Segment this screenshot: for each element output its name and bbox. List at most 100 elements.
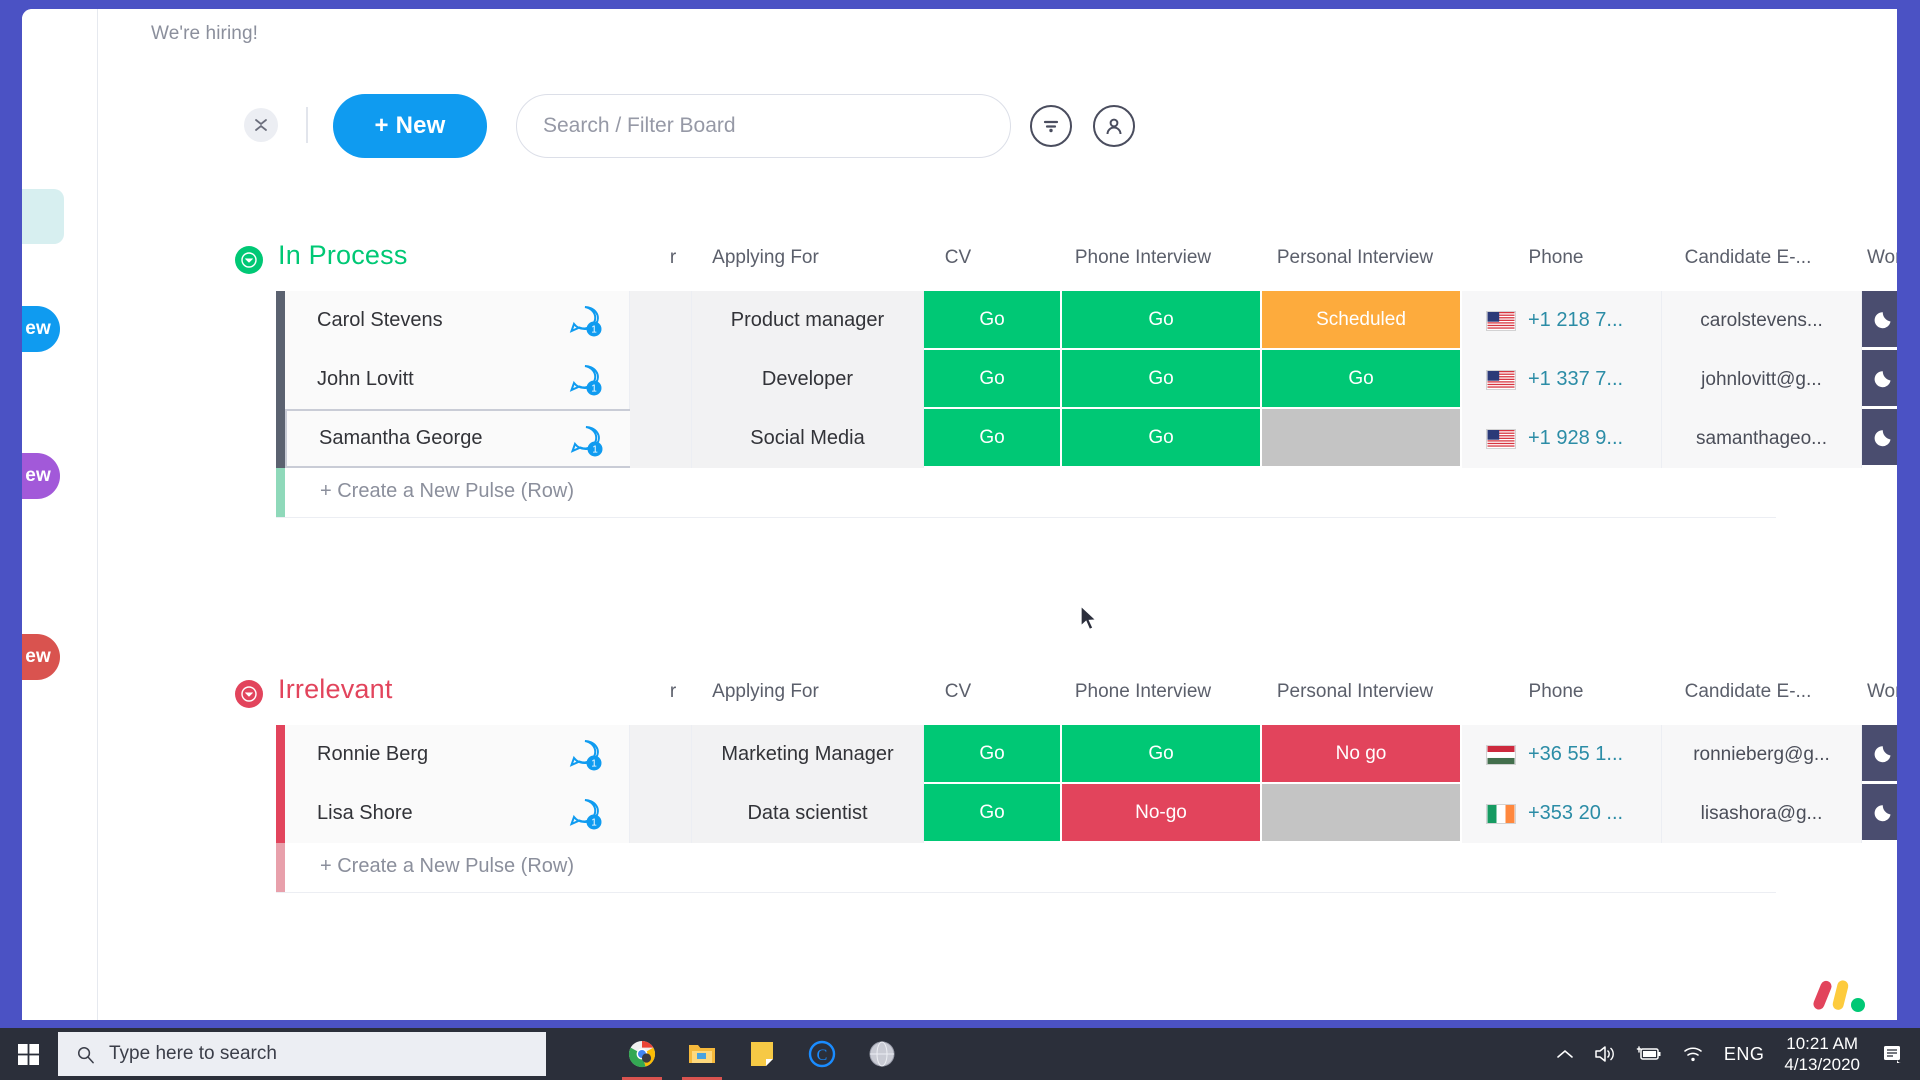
cell-phone[interactable]: +1 928 9... — [1462, 409, 1662, 468]
cell-name[interactable]: John Lovitt 1 — [285, 350, 630, 409]
column-header-4[interactable]: Personal Interview — [1255, 681, 1455, 703]
cell-world-clock[interactable]: 07:18 AM — [1862, 350, 1897, 409]
table-row[interactable]: Ronnie Berg 1 Marketing Manager Go Go No go … — [98, 725, 1897, 784]
cell-cv[interactable]: Go — [924, 725, 1062, 784]
cell-spacer[interactable] — [630, 784, 692, 843]
cell-cv[interactable]: Go — [924, 784, 1062, 843]
add-row-in-process[interactable]: + Create a New Pulse (Row) — [98, 468, 1897, 518]
cell-phone-interview[interactable]: Go — [1062, 350, 1262, 409]
cell-personal-interview[interactable]: Scheduled — [1262, 291, 1462, 350]
tray-wifi-button[interactable] — [1682, 1045, 1704, 1063]
group-collapse-icon-irrelevant[interactable] — [235, 680, 263, 708]
collapse-toggle-button[interactable] — [244, 108, 278, 142]
cell-personal-interview[interactable] — [1262, 409, 1462, 468]
cell-email[interactable]: samanthageo... — [1662, 409, 1862, 468]
sidebar-item-board-red[interactable]: ew — [22, 634, 60, 680]
start-button[interactable] — [0, 1028, 58, 1080]
table-row[interactable]: Lisa Shore 1 Data scientist Go No-go +353 2… — [98, 784, 1897, 843]
cell-personal-interview[interactable]: Go — [1262, 350, 1462, 409]
cell-cv[interactable]: Go — [924, 291, 1062, 350]
conversation-icon[interactable]: 1 — [569, 798, 603, 830]
group-collapse-icon-in-process[interactable] — [235, 246, 263, 274]
sidebar-item-board-blue[interactable]: ew — [22, 306, 60, 352]
cell-email[interactable]: ronnieberg@g... — [1662, 725, 1862, 784]
filter-button[interactable] — [1030, 105, 1072, 147]
cell-world-clock[interactable]: 03:18 AM — [1862, 409, 1897, 468]
tray-notifications-button[interactable] — [1880, 1042, 1906, 1066]
column-header-7[interactable]: World Clock — [1818, 681, 1897, 703]
cell-cv[interactable]: Go — [924, 350, 1062, 409]
cell-phone-interview[interactable]: Go — [1062, 409, 1262, 468]
column-header-2[interactable]: CV — [888, 247, 1028, 269]
cell-applying-for[interactable]: Social Media — [692, 409, 924, 468]
cell-phone-interview[interactable]: No-go — [1062, 784, 1262, 843]
column-header-5[interactable]: Phone — [1456, 247, 1656, 269]
cell-applying-for[interactable]: Data scientist — [692, 784, 924, 843]
cell-name[interactable]: Samantha George 1 — [285, 409, 630, 468]
column-header-7[interactable]: World Clock — [1818, 247, 1897, 269]
column-header-5[interactable]: Phone — [1456, 681, 1656, 703]
tray-date: 4/13/2020 — [1784, 1055, 1860, 1074]
cell-phone[interactable]: +36 55 1... — [1462, 725, 1662, 784]
cell-world-clock[interactable]: 03:18 AM — [1862, 291, 1897, 350]
add-row-label[interactable]: + Create a New Pulse (Row) — [320, 480, 574, 503]
column-header-3[interactable]: Phone Interview — [1028, 247, 1258, 269]
cell-spacer[interactable] — [630, 725, 692, 784]
cell-applying-for[interactable]: Developer — [692, 350, 924, 409]
cell-personal-interview[interactable] — [1262, 784, 1462, 843]
cell-personal-interview[interactable]: No go — [1262, 725, 1462, 784]
table-row[interactable]: John Lovitt 1 Developer Go Go Go +1 337 7...… — [98, 350, 1897, 409]
group-title-in-process[interactable]: In Process — [278, 240, 408, 271]
cell-applying-for[interactable]: Product manager — [692, 291, 924, 350]
taskbar-app-chrome[interactable] — [612, 1028, 672, 1080]
taskbar-app-c[interactable]: C — [792, 1028, 852, 1080]
cell-name[interactable]: Lisa Shore 1 — [285, 784, 630, 843]
taskbar-app-sticky-notes[interactable] — [732, 1028, 792, 1080]
column-header-1[interactable]: Applying For — [673, 681, 858, 703]
add-row-label[interactable]: + Create a New Pulse (Row) — [320, 855, 574, 878]
cell-phone[interactable]: +1 218 7... — [1462, 291, 1662, 350]
cell-name[interactable]: Ronnie Berg 1 — [285, 725, 630, 784]
new-item-button[interactable]: + New — [333, 94, 487, 158]
cell-cv[interactable]: Go — [924, 409, 1062, 468]
cell-phone[interactable]: +1 337 7... — [1462, 350, 1662, 409]
tray-language-indicator[interactable]: ENG — [1724, 1044, 1765, 1065]
column-header-3[interactable]: Phone Interview — [1028, 681, 1258, 703]
tray-battery-button[interactable] — [1636, 1045, 1662, 1063]
group-title-irrelevant[interactable]: Irrelevant — [278, 674, 393, 705]
cell-email[interactable]: johnlovitt@g... — [1662, 350, 1862, 409]
table-row[interactable]: Carol Stevens 1 Product manager Go Go Schedu… — [98, 291, 1897, 350]
cell-applying-for[interactable]: Marketing Manager — [692, 725, 924, 784]
conversation-icon[interactable]: 1 — [569, 739, 603, 771]
cell-name[interactable]: Carol Stevens 1 — [285, 291, 630, 350]
tray-volume-button[interactable] — [1594, 1044, 1616, 1064]
cell-spacer[interactable] — [630, 409, 692, 468]
column-header-4[interactable]: Personal Interview — [1255, 247, 1455, 269]
taskbar-search-box[interactable]: Type here to search — [58, 1032, 546, 1076]
cell-email[interactable]: lisashora@g... — [1662, 784, 1862, 843]
cell-email[interactable]: carolstevens... — [1662, 291, 1862, 350]
conversation-icon[interactable]: 1 — [570, 425, 604, 457]
taskbar-app-file-explorer[interactable] — [672, 1028, 732, 1080]
cell-spacer[interactable] — [630, 291, 692, 350]
cell-phone-interview[interactable]: Go — [1062, 291, 1262, 350]
cell-world-clock[interactable]: 08:18 AM — [1862, 725, 1897, 784]
cell-phone[interactable]: +353 20 ... — [1462, 784, 1662, 843]
column-header-2[interactable]: CV — [888, 681, 1028, 703]
tray-expand-button[interactable] — [1556, 1048, 1574, 1060]
conversation-icon[interactable]: 1 — [569, 364, 603, 396]
tray-clock[interactable]: 10:21 AM 4/13/2020 — [1784, 1033, 1860, 1076]
sidebar-item-board-purple[interactable]: ew — [22, 453, 60, 499]
conversation-icon[interactable]: 1 — [569, 305, 603, 337]
sidebar-item-board-block[interactable] — [22, 189, 64, 244]
cell-phone-interview[interactable]: Go — [1062, 725, 1262, 784]
cell-world-clock[interactable]: 05:18 AM — [1862, 784, 1897, 843]
cell-spacer[interactable] — [630, 350, 692, 409]
email-text: carolstevens... — [1700, 309, 1823, 331]
column-header-1[interactable]: Applying For — [673, 247, 858, 269]
person-filter-button[interactable] — [1093, 105, 1135, 147]
add-row-irrelevant[interactable]: + Create a New Pulse (Row) — [98, 843, 1897, 893]
taskbar-app-globe[interactable] — [852, 1028, 912, 1080]
table-row[interactable]: Samantha George 1 Social Media Go Go +1 928… — [98, 409, 1897, 468]
search-input[interactable] — [516, 94, 1011, 158]
